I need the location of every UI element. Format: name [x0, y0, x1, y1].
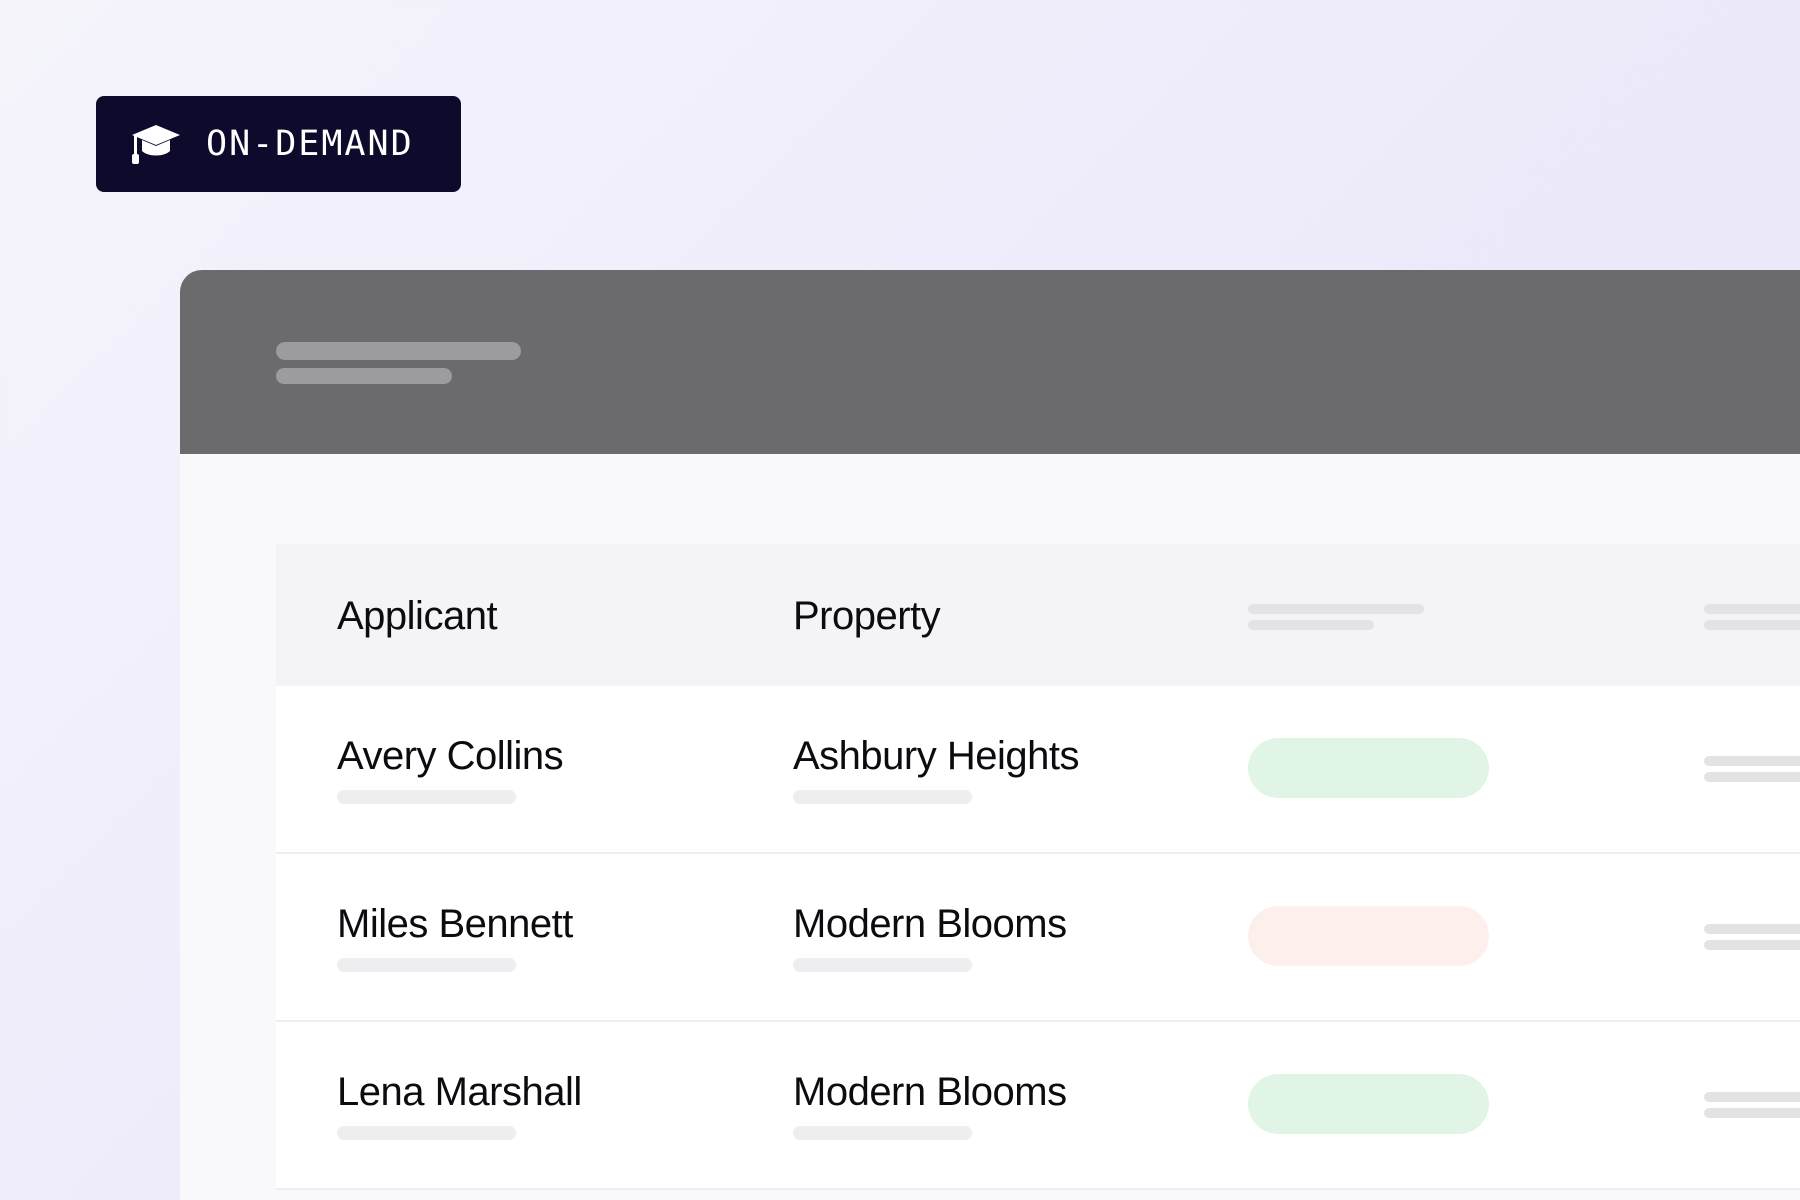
applicant-name: Miles Bennett — [337, 902, 573, 946]
table-row[interactable]: Miles Bennett Modern Blooms — [276, 854, 1800, 1022]
table-header: Applicant Property — [276, 544, 1800, 686]
row-meta-placeholder — [1704, 940, 1800, 950]
status-pill — [1248, 1074, 1489, 1134]
row-meta-placeholder — [1704, 1092, 1800, 1102]
column-header-placeholder — [1248, 604, 1424, 614]
column-header-property[interactable]: Property — [793, 594, 941, 639]
header-title-placeholder — [276, 342, 521, 360]
applicant-detail-placeholder — [337, 790, 516, 804]
on-demand-badge[interactable]: ON-DEMAND — [96, 96, 461, 192]
property-detail-placeholder — [793, 1126, 972, 1140]
table-row[interactable]: Lena Marshall Modern Blooms — [276, 1022, 1800, 1190]
applicants-table: Applicant Property Avery Collins Ashbury… — [276, 544, 1800, 1190]
column-header-placeholder — [1248, 620, 1374, 630]
app-window: Applicant Property Avery Collins Ashbury… — [180, 270, 1800, 1200]
table-row[interactable]: Avery Collins Ashbury Heights — [276, 686, 1800, 854]
property-name: Modern Blooms — [793, 1070, 1067, 1114]
row-meta-placeholder — [1704, 1108, 1800, 1118]
window-header — [180, 270, 1800, 454]
status-pill — [1248, 906, 1489, 966]
applicant-detail-placeholder — [337, 958, 516, 972]
header-subtitle-placeholder — [276, 368, 452, 384]
applicant-name: Lena Marshall — [337, 1070, 582, 1114]
column-header-placeholder — [1704, 604, 1800, 614]
row-meta-placeholder — [1704, 924, 1800, 934]
badge-label: ON-DEMAND — [206, 123, 414, 164]
property-detail-placeholder — [793, 790, 972, 804]
applicant-name: Avery Collins — [337, 734, 564, 778]
graduation-cap-icon — [132, 125, 180, 164]
status-pill — [1248, 738, 1489, 798]
column-header-placeholder — [1704, 620, 1800, 630]
column-header-applicant[interactable]: Applicant — [337, 594, 498, 639]
row-meta-placeholder — [1704, 756, 1800, 766]
property-name: Modern Blooms — [793, 902, 1067, 946]
applicant-detail-placeholder — [337, 1126, 516, 1140]
property-detail-placeholder — [793, 958, 972, 972]
row-meta-placeholder — [1704, 772, 1800, 782]
property-name: Ashbury Heights — [793, 734, 1079, 778]
